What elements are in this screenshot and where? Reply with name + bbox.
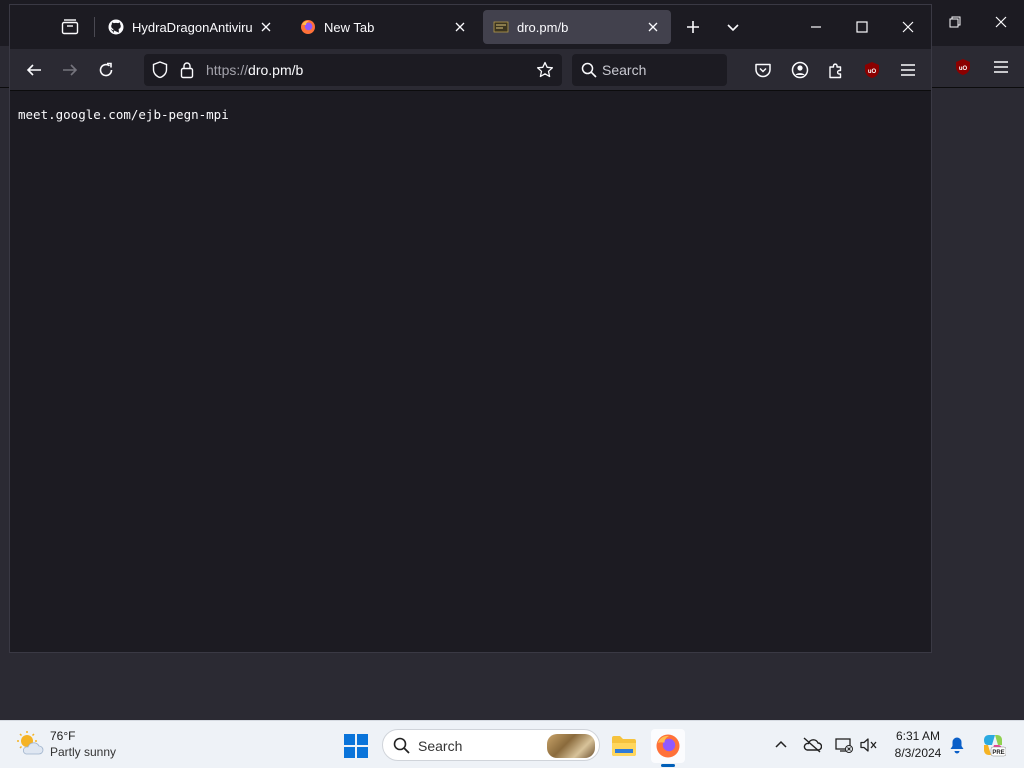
search-placeholder: Search bbox=[602, 62, 647, 78]
volume-tray-icon[interactable] bbox=[857, 733, 881, 757]
background-restore-button[interactable] bbox=[940, 8, 970, 36]
arrow-left-icon bbox=[26, 64, 41, 76]
ublock-origin-icon: uO bbox=[865, 62, 879, 78]
url-bar[interactable]: https://dro.pm/b bbox=[144, 54, 562, 86]
tab-title: New Tab bbox=[324, 19, 375, 35]
chevron-down-icon bbox=[727, 24, 739, 32]
tab-separator bbox=[94, 17, 95, 37]
background-ublock-icon[interactable]: uO bbox=[950, 54, 976, 80]
navigation-toolbar: https://dro.pm/b Search uO bbox=[10, 49, 931, 91]
search-bar[interactable]: Search bbox=[572, 54, 727, 86]
pocket-button[interactable] bbox=[749, 56, 777, 84]
reload-button[interactable] bbox=[92, 56, 120, 84]
arrow-right-icon bbox=[63, 64, 78, 76]
tracking-protection-shield-icon[interactable] bbox=[152, 61, 168, 84]
search-icon bbox=[393, 737, 410, 759]
onedrive-tray-icon[interactable] bbox=[800, 733, 824, 757]
folder-icon bbox=[612, 736, 636, 756]
speaker-muted-icon bbox=[860, 738, 877, 752]
browser-window: HydraDragonAntivirus/hy New Tab dro.pm/b bbox=[9, 4, 932, 653]
back-button[interactable] bbox=[20, 56, 48, 84]
notifications-button[interactable] bbox=[945, 733, 969, 757]
puzzle-piece-icon bbox=[829, 63, 842, 79]
maximize-icon bbox=[856, 21, 868, 33]
extensions-button[interactable] bbox=[822, 56, 850, 84]
minimize-button[interactable] bbox=[801, 13, 831, 41]
weather-partly-sunny-icon[interactable] bbox=[16, 730, 44, 758]
search-icon bbox=[581, 62, 597, 83]
github-icon bbox=[108, 19, 124, 35]
ublock-origin-button[interactable]: uO bbox=[858, 56, 886, 84]
minimize-icon bbox=[811, 26, 821, 28]
background-menu-icon[interactable] bbox=[988, 54, 1014, 80]
clock-time[interactable]: 6:31 AM bbox=[890, 729, 946, 743]
forward-button[interactable] bbox=[56, 56, 84, 84]
windows-logo-icon bbox=[344, 734, 368, 758]
bookmark-star-icon[interactable] bbox=[536, 61, 554, 84]
tab-close-icon[interactable] bbox=[645, 19, 661, 35]
reload-icon bbox=[99, 62, 113, 77]
chevron-up-icon bbox=[775, 740, 787, 748]
weather-temperature[interactable]: 76°F bbox=[50, 729, 75, 743]
page-text[interactable]: meet.google.com/ejb-pegn-mpi bbox=[18, 107, 229, 122]
bell-icon bbox=[950, 737, 964, 754]
plus-icon bbox=[687, 21, 699, 33]
taskbar: 76°F Partly sunny Search 6:31 AM 8/3/202… bbox=[0, 720, 1024, 768]
new-tab-button[interactable] bbox=[679, 13, 707, 41]
background-close-button[interactable] bbox=[986, 8, 1016, 36]
tab-close-icon[interactable] bbox=[452, 19, 468, 35]
weather-condition[interactable]: Partly sunny bbox=[50, 745, 116, 759]
taskbar-search-placeholder: Search bbox=[418, 738, 463, 754]
svg-text:uO: uO bbox=[959, 66, 968, 72]
lock-icon[interactable] bbox=[180, 61, 194, 84]
copilot-button[interactable]: PRE bbox=[980, 733, 1006, 757]
network-disconnected-icon bbox=[835, 738, 853, 753]
taskbar-search-box[interactable]: Search bbox=[382, 729, 600, 761]
tab-github[interactable]: HydraDragonAntivirus/hy bbox=[98, 10, 284, 44]
firefox-taskbar-button[interactable] bbox=[651, 729, 685, 763]
firefox-view-icon bbox=[61, 19, 79, 35]
tab-new-tab[interactable]: New Tab bbox=[290, 10, 478, 44]
url-text[interactable]: https://dro.pm/b bbox=[206, 62, 303, 78]
site-favicon bbox=[493, 19, 509, 35]
active-app-indicator bbox=[661, 764, 675, 767]
copilot-icon: PRE bbox=[984, 735, 1006, 757]
tab-close-icon[interactable] bbox=[258, 19, 274, 35]
search-highlight-image bbox=[547, 734, 595, 758]
url-host: dro.pm/b bbox=[248, 62, 304, 78]
start-button[interactable] bbox=[343, 733, 369, 759]
tab-dro-pm[interactable]: dro.pm/b bbox=[483, 10, 671, 44]
hamburger-menu-icon bbox=[901, 64, 915, 76]
pocket-icon bbox=[755, 63, 771, 78]
ublock-label: uO bbox=[868, 69, 877, 75]
file-explorer-taskbar-button[interactable] bbox=[607, 729, 641, 763]
network-tray-icon[interactable] bbox=[832, 733, 856, 757]
url-scheme: https:// bbox=[206, 62, 249, 78]
clock-date[interactable]: 8/3/2024 bbox=[890, 746, 946, 760]
close-icon bbox=[902, 21, 914, 33]
app-menu-button[interactable] bbox=[894, 56, 922, 84]
list-all-tabs-button[interactable] bbox=[719, 13, 747, 41]
tab-title: dro.pm/b bbox=[517, 19, 569, 35]
firefox-icon bbox=[300, 19, 316, 35]
cloud-offline-icon bbox=[803, 737, 822, 753]
account-icon bbox=[791, 61, 809, 79]
tab-strip: HydraDragonAntivirus/hy New Tab dro.pm/b bbox=[10, 5, 931, 49]
show-hidden-icons-button[interactable] bbox=[769, 733, 793, 757]
maximize-button[interactable] bbox=[847, 13, 877, 41]
restore-icon bbox=[949, 16, 961, 28]
close-window-button[interactable] bbox=[893, 13, 923, 41]
firefox-icon bbox=[656, 734, 680, 758]
close-icon bbox=[995, 16, 1007, 28]
tab-title: HydraDragonAntivirus/hy bbox=[132, 19, 252, 35]
copilot-badge: PRE bbox=[992, 750, 1004, 756]
account-button[interactable] bbox=[786, 56, 814, 84]
page-content: meet.google.com/ejb-pegn-mpi bbox=[10, 91, 931, 652]
firefox-view-button[interactable] bbox=[56, 13, 84, 41]
